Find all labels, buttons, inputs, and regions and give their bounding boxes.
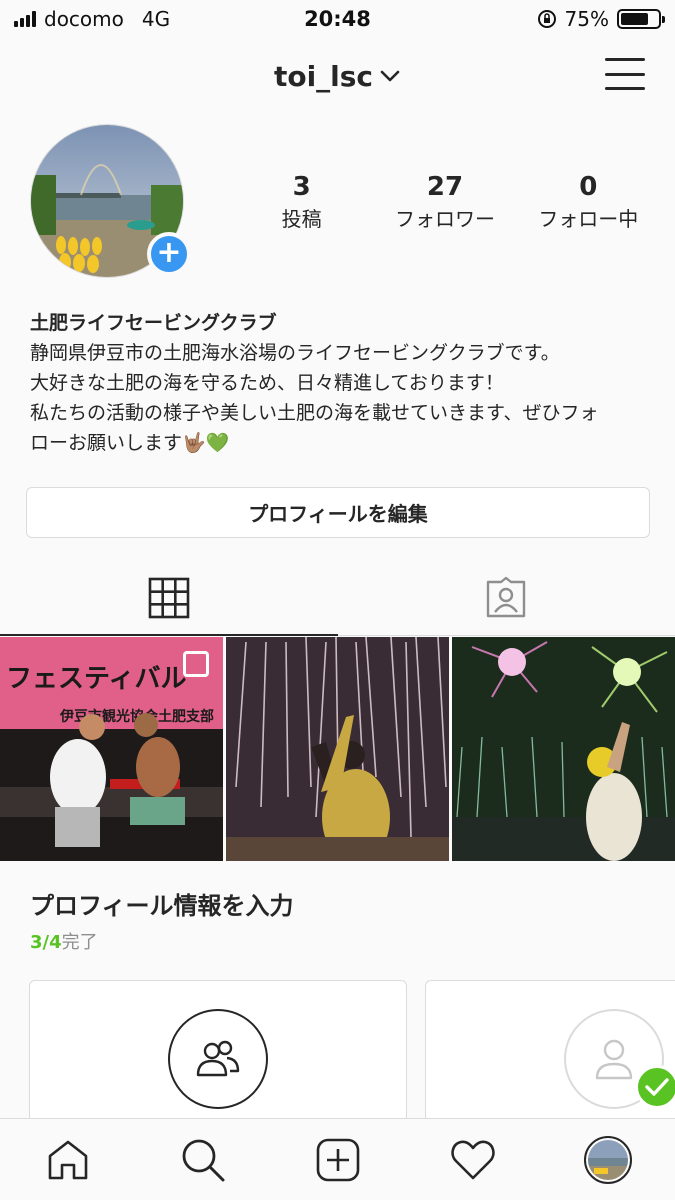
add-story-button[interactable]: + xyxy=(147,232,191,276)
bio-line: 私たちの活動の様子や美しい土肥の海を載せていきます、ぜひフォ xyxy=(30,402,599,424)
checkmark-icon xyxy=(635,1065,675,1109)
profile-stats: 3 投稿 27 フォロワー 0 フォロー中 xyxy=(230,170,660,234)
edit-profile-button[interactable]: プロフィールを編集 xyxy=(26,487,650,538)
stat-followers[interactable]: 27 フォロワー xyxy=(373,170,516,234)
status-bar: docomo 4G 20:48 75% xyxy=(0,0,675,38)
battery-percent: 75% xyxy=(564,7,609,31)
progress-suffix: 完了 xyxy=(61,932,98,953)
following-label: フォロー中 xyxy=(538,207,639,231)
battery-icon xyxy=(617,9,665,29)
profile-tabs xyxy=(0,560,675,636)
profile-avatar[interactable]: + xyxy=(30,124,191,280)
profile-bio: 土肥ライフセービングクラブ 静岡県伊豆市の土肥海水浴場のライフセービングクラブで… xyxy=(30,308,650,458)
multiple-photos-icon xyxy=(183,651,209,677)
complete-profile-progress: 3/4完了 xyxy=(30,928,98,954)
posts-grid: フェスティバル 伊豆市観光協会土肥支部 xyxy=(0,637,675,861)
profile-avatar xyxy=(583,1135,632,1184)
chevron-down-icon xyxy=(380,70,400,82)
complete-profile-title: プロフィール情報を入力 xyxy=(30,892,294,920)
find-people-circle xyxy=(168,1009,268,1109)
search-icon xyxy=(182,1139,224,1181)
posts-label: 投稿 xyxy=(281,207,322,231)
posts-count: 3 xyxy=(292,172,311,202)
add-post-icon xyxy=(316,1138,359,1181)
stat-posts[interactable]: 3 投稿 xyxy=(230,170,373,234)
post-thumbnail[interactable] xyxy=(452,637,675,861)
people-icon xyxy=(196,1040,240,1077)
home-icon xyxy=(48,1140,87,1179)
find-people-card[interactable] xyxy=(29,980,407,1140)
grid-icon xyxy=(148,577,190,618)
progress-count: 3/4 xyxy=(30,932,62,953)
bottom-navigation xyxy=(0,1118,675,1200)
username: toi_lsc xyxy=(273,59,374,93)
signal-icon xyxy=(14,11,36,27)
post-thumbnail[interactable]: フェスティバル 伊豆市観光協会土肥支部 xyxy=(0,637,223,861)
username-switcher[interactable]: toi_lsc xyxy=(274,60,401,93)
tagged-icon xyxy=(487,576,526,617)
profile-header: toi_lsc xyxy=(0,48,675,104)
post-thumbnail[interactable] xyxy=(226,637,449,861)
heart-icon xyxy=(450,1140,495,1179)
tab-tagged[interactable] xyxy=(338,560,675,635)
display-name: 土肥ライフセービングクラブ xyxy=(30,312,277,334)
network-type: 4G xyxy=(141,7,171,31)
stat-following[interactable]: 0 フォロー中 xyxy=(517,170,660,234)
nav-add-post[interactable] xyxy=(270,1138,405,1182)
user-icon xyxy=(595,1039,633,1080)
banner-text: フェスティバル xyxy=(6,664,186,694)
followers-count: 27 xyxy=(426,172,464,202)
hamburger-menu-icon[interactable] xyxy=(605,58,645,90)
nav-home[interactable] xyxy=(0,1138,135,1182)
nav-search[interactable] xyxy=(135,1137,270,1183)
bio-line: ローお願いします🤟🏽💚 xyxy=(30,432,230,454)
clock: 20:48 xyxy=(304,7,371,31)
followers-label: フォロワー xyxy=(394,207,495,231)
orientation-lock-icon xyxy=(537,10,556,28)
bio-line: 大好きな土肥の海を守るため、日々精進しております！ xyxy=(30,372,504,394)
add-profile-photo-card[interactable] xyxy=(425,980,675,1140)
following-count: 0 xyxy=(579,172,598,202)
bio-line: 静岡県伊豆市の土肥海水浴場のライフセービングクラブです。 xyxy=(30,342,560,364)
nav-activity[interactable] xyxy=(405,1139,540,1181)
carrier-name: docomo xyxy=(44,7,124,31)
tab-grid[interactable] xyxy=(0,560,338,636)
nav-profile[interactable] xyxy=(540,1135,675,1184)
